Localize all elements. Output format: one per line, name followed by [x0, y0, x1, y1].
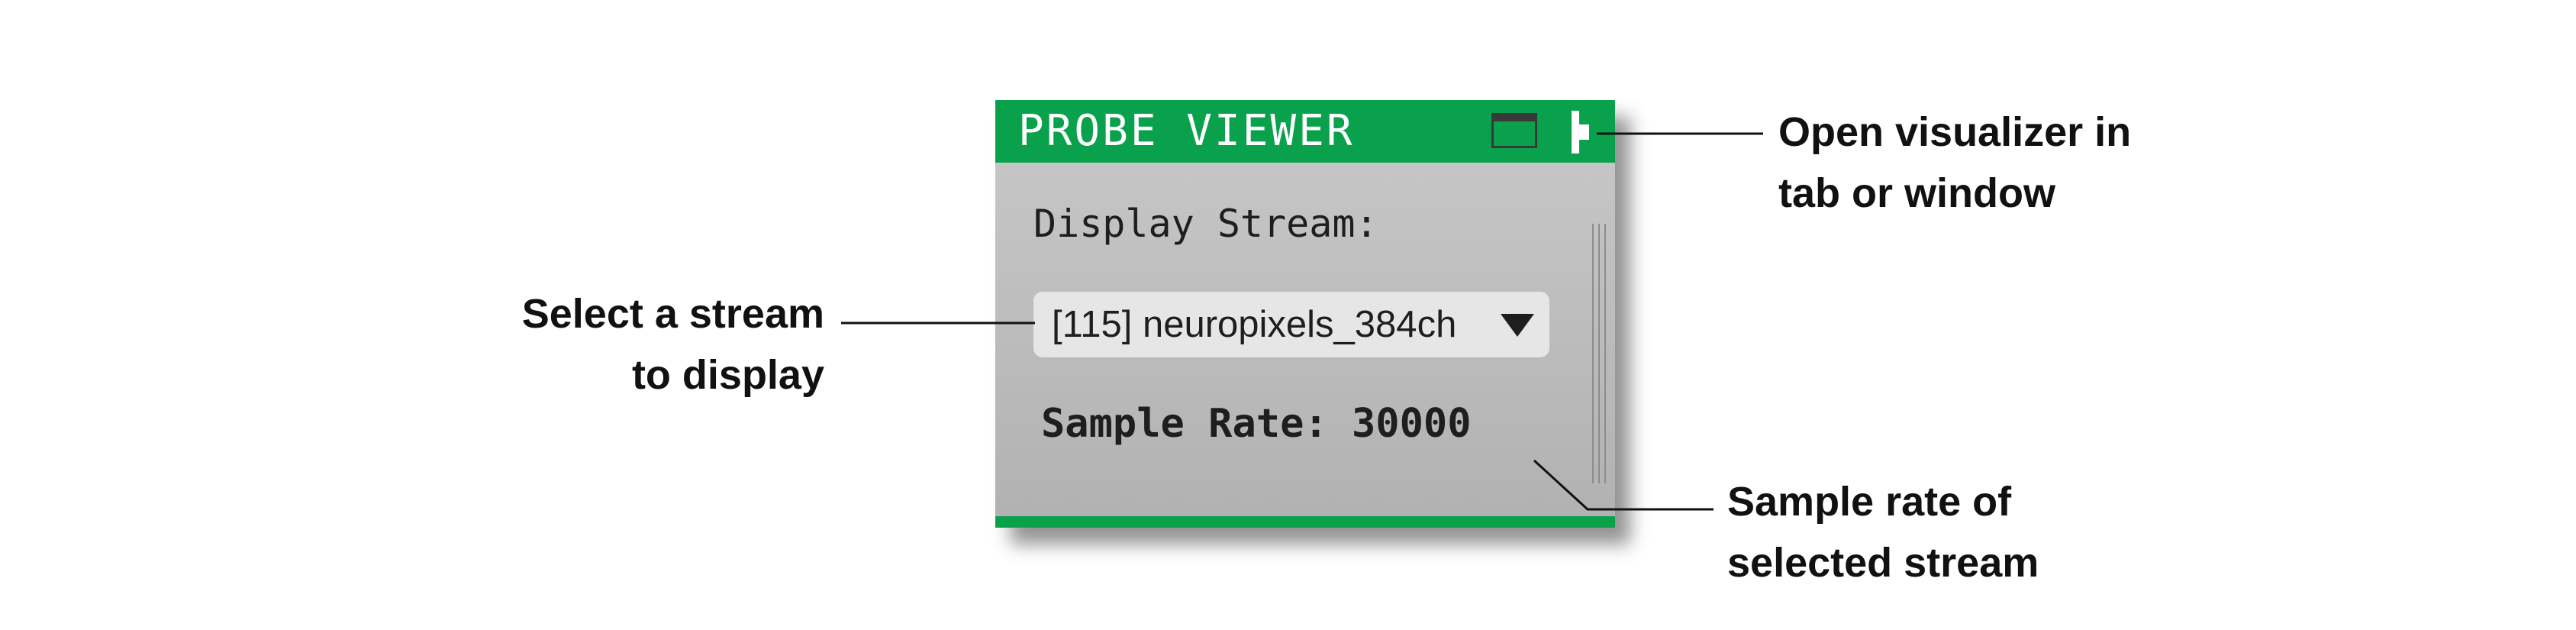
annotation-leader-lines — [841, 132, 1763, 511]
annotation-line: tab or window — [1778, 170, 2055, 216]
annotation-line: selected stream — [1727, 540, 2039, 586]
annotation-open-visualizer: Open visualizer in tab or window — [1778, 102, 2131, 224]
annotation-line: Sample rate of — [1727, 479, 2012, 525]
annotation-line: Select a stream — [521, 291, 824, 337]
annotation-line: Open visualizer in — [1778, 109, 2132, 155]
annotation-sample-rate: Sample rate of selected stream — [1727, 471, 2039, 593]
leader-line-sample-rate — [1533, 459, 1714, 511]
annotation-select-stream: Select a stream to display — [458, 283, 824, 405]
annotation-line: to display — [631, 352, 824, 398]
